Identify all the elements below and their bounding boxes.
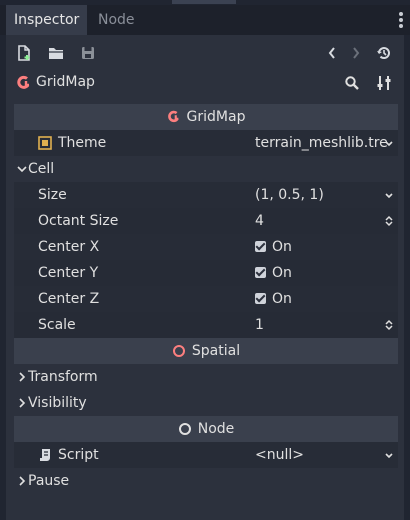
group-cell[interactable]: Cell (14, 156, 398, 182)
dock-tab-bar: Inspector Node (0, 5, 410, 35)
chevron-right-icon (19, 372, 26, 382)
chevron-down-icon (385, 193, 393, 199)
history-forward-icon[interactable] (346, 43, 366, 63)
center-z-checkbox[interactable]: On (255, 286, 292, 312)
object-selector[interactable]: GridMap (6, 69, 404, 97)
new-script-icon[interactable] (14, 43, 34, 63)
property-scale-label: Scale (38, 317, 76, 333)
group-cell-label: Cell (28, 161, 55, 177)
property-center-y[interactable]: Center Y On (14, 260, 398, 286)
property-size[interactable]: Size (1, 0.5, 1) (14, 182, 398, 208)
category-node: Node (14, 416, 398, 442)
chevron-right-icon (19, 476, 26, 486)
property-octant-size-label: Octant Size (38, 213, 119, 229)
property-script-label: Script (58, 447, 99, 463)
checkbox-checked-icon (255, 293, 266, 304)
open-folder-icon[interactable] (46, 43, 66, 63)
script-icon (40, 449, 50, 461)
property-theme[interactable]: Theme terrain_meshlib.tre (14, 130, 398, 156)
search-icon[interactable] (344, 75, 360, 91)
scale-spinbox[interactable]: 1 (255, 312, 398, 338)
property-script-value[interactable]: <null> (255, 442, 398, 468)
checkbox-checked-icon (255, 267, 266, 278)
inspector-panel: GridMap GridMap Theme terrain_meshlib.tr… (6, 35, 404, 520)
inspector-toolbar (6, 41, 404, 65)
property-center-z[interactable]: Center Z On (14, 286, 398, 312)
tab-node[interactable]: Node (90, 5, 143, 35)
category-node-label: Node (197, 421, 235, 437)
category-spatial: Spatial (14, 338, 398, 364)
property-script[interactable]: Script <null> (14, 442, 398, 468)
object-name: GridMap (36, 74, 95, 90)
category-gridmap-label: GridMap (186, 109, 246, 125)
spinner-arrows-icon[interactable] (384, 319, 394, 331)
tab-inspector[interactable]: Inspector (6, 5, 88, 35)
category-gridmap: GridMap (14, 104, 398, 130)
spatial-icon (172, 345, 185, 357)
node-icon (178, 423, 191, 435)
center-x-checkbox[interactable]: On (255, 234, 292, 260)
group-transform-label: Transform (28, 369, 98, 385)
group-pause[interactable]: Pause (14, 468, 398, 494)
property-center-x[interactable]: Center X On (14, 234, 398, 260)
chevron-down-icon (385, 453, 393, 459)
property-center-y-label: Center Y (38, 265, 99, 281)
tab-inspector-label: Inspector (14, 12, 80, 28)
history-back-icon[interactable] (322, 43, 342, 63)
gridmap-icon (16, 75, 32, 91)
chevron-right-icon (19, 398, 26, 408)
property-octant-size[interactable]: Octant Size 4 (14, 208, 398, 234)
group-visibility[interactable]: Visibility (14, 390, 398, 416)
spinner-arrows-icon[interactable] (384, 215, 394, 227)
kebab-menu-icon[interactable] (398, 12, 404, 28)
category-spatial-label: Spatial (191, 343, 241, 359)
center-y-checkbox[interactable]: On (255, 260, 292, 286)
theme-icon (38, 136, 52, 150)
property-size-label: Size (38, 187, 67, 203)
chevron-down-icon (385, 141, 393, 147)
chevron-down-icon (17, 166, 27, 173)
save-icon[interactable] (78, 43, 98, 63)
group-transform[interactable]: Transform (14, 364, 398, 390)
property-tools-icon[interactable] (376, 75, 392, 91)
octant-size-spinbox[interactable]: 4 (255, 208, 398, 234)
group-visibility-label: Visibility (28, 395, 87, 411)
group-pause-label: Pause (28, 473, 70, 489)
history-icon[interactable] (374, 43, 394, 63)
property-center-z-label: Center Z (38, 291, 100, 307)
gridmap-icon (167, 110, 179, 123)
checkbox-checked-icon (255, 241, 266, 252)
property-scale[interactable]: Scale 1 (14, 312, 398, 338)
dock-drag-handle[interactable] (172, 0, 236, 4)
property-size-value[interactable]: (1, 0.5, 1) (255, 182, 398, 208)
property-center-x-label: Center X (38, 239, 100, 255)
property-theme-value[interactable]: terrain_meshlib.tre (255, 130, 398, 156)
property-list: GridMap Theme terrain_meshlib.tre Cell S… (14, 104, 398, 494)
tab-node-label: Node (98, 12, 135, 28)
property-theme-label: Theme (58, 135, 107, 151)
